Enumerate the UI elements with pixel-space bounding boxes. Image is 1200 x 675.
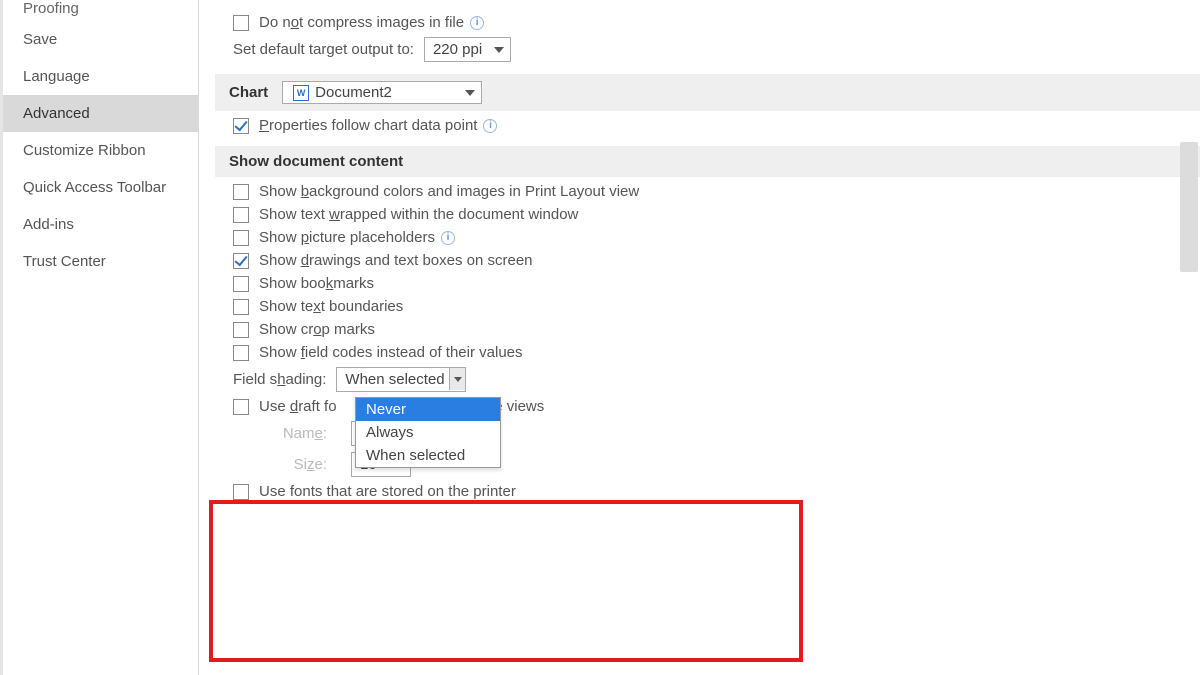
show-wrapped-label: Show text wrapped within the document wi… [259,206,578,223]
show-wrapped-row: Show text wrapped within the document wi… [215,206,1200,223]
show-drawings-label: Show drawings and text boxes on screen [259,252,533,269]
show-background-checkbox[interactable] [233,184,249,200]
show-fieldcodes-row: Show field codes instead of their values [215,344,1200,361]
show-bookmarks-label: Show bookmarks [259,275,374,292]
draft-font-label-prefix: Use draft fo [259,398,337,415]
show-crop-label: Show crop marks [259,321,375,338]
field-shading-label: Field shading: [233,371,326,388]
chart-section-header: Chart W Document2 [215,74,1200,111]
target-output-row: Set default target output to: 220 ppi [215,37,1200,62]
show-wrapped-checkbox[interactable] [233,207,249,223]
show-picture-row: Show picture placeholders i [215,229,1200,246]
show-content-section-header: Show document content [215,146,1200,177]
compress-images-checkbox[interactable] [233,15,249,31]
compress-images-label: Do not compress images in file [259,14,464,31]
show-fieldcodes-checkbox[interactable] [233,345,249,361]
chart-section-title: Chart [229,84,268,101]
show-picture-checkbox[interactable] [233,230,249,246]
show-drawings-checkbox[interactable] [233,253,249,269]
sidebar-item-add-ins[interactable]: Add-ins [3,206,198,243]
compress-images-row: Do not compress images in file i [215,14,1200,31]
show-crop-row: Show crop marks [215,321,1200,338]
show-bookmarks-row: Show bookmarks [215,275,1200,292]
show-picture-label: Show picture placeholders [259,229,435,246]
field-shading-option-never[interactable]: Never [356,398,500,421]
field-shading-dropdown[interactable]: When selected [336,367,466,392]
chart-properties-row: Properties follow chart data point i [215,117,1200,134]
target-output-dropdown[interactable]: 220 ppi [424,37,511,62]
target-output-label: Set default target output to: [233,41,414,58]
chevron-down-icon [494,47,504,53]
chart-document-dropdown[interactable]: W Document2 [282,81,482,104]
content-pane: Do not compress images in file i Set def… [199,0,1200,675]
sidebar-item-quick-access-toolbar[interactable]: Quick Access Toolbar [3,169,198,206]
word-doc-icon: W [293,85,309,101]
target-output-value: 220 ppi [433,41,482,58]
show-content-title: Show document content [229,153,403,170]
field-shading-option-when-selected[interactable]: When selected [356,444,500,467]
scrollbar-thumb[interactable] [1180,142,1198,272]
info-icon[interactable]: i [470,16,484,30]
sidebar-item-trust-center[interactable]: Trust Center [3,243,198,280]
chevron-down-icon [454,377,462,382]
printer-fonts-row: Use fonts that are stored on the printer [215,483,1200,500]
chart-document-value: Document2 [315,84,392,101]
show-crop-checkbox[interactable] [233,322,249,338]
show-fieldcodes-label: Show field codes instead of their values [259,344,523,361]
field-shading-row: Field shading: When selected Never Alway… [215,367,1200,392]
chevron-down-icon [465,90,475,96]
show-boundaries-row: Show text boundaries [215,298,1200,315]
field-shading-option-always[interactable]: Always [356,421,500,444]
sidebar-nav: Proofing Save Language Advanced Customiz… [3,0,199,675]
show-background-label: Show background colors and images in Pri… [259,183,639,200]
sidebar-item-language[interactable]: Language [3,58,198,95]
show-drawings-row: Show drawings and text boxes on screen [215,252,1200,269]
draft-size-label: Size: [267,456,327,473]
printer-fonts-checkbox[interactable] [233,484,249,500]
draft-name-label: Name: [267,425,327,442]
field-shading-value: When selected [345,371,444,388]
dropdown-button[interactable] [449,368,465,390]
info-icon[interactable]: i [441,231,455,245]
show-background-row: Show background colors and images in Pri… [215,183,1200,200]
sidebar-item-proofing[interactable]: Proofing [3,0,198,21]
info-icon[interactable]: i [483,119,497,133]
draft-font-checkbox[interactable] [233,399,249,415]
options-dialog: Proofing Save Language Advanced Customiz… [0,0,1200,675]
chart-properties-label: Properties follow chart data point [259,117,477,134]
show-bookmarks-checkbox[interactable] [233,276,249,292]
sidebar-item-advanced[interactable]: Advanced [3,95,198,132]
show-boundaries-checkbox[interactable] [233,299,249,315]
highlight-annotation [209,500,803,662]
sidebar-item-customize-ribbon[interactable]: Customize Ribbon [3,132,198,169]
show-boundaries-label: Show text boundaries [259,298,403,315]
chart-properties-checkbox[interactable] [233,118,249,134]
field-shading-dropdown-list[interactable]: Never Always When selected [355,397,501,468]
sidebar-item-save[interactable]: Save [3,21,198,58]
printer-fonts-label: Use fonts that are stored on the printer [259,483,516,500]
